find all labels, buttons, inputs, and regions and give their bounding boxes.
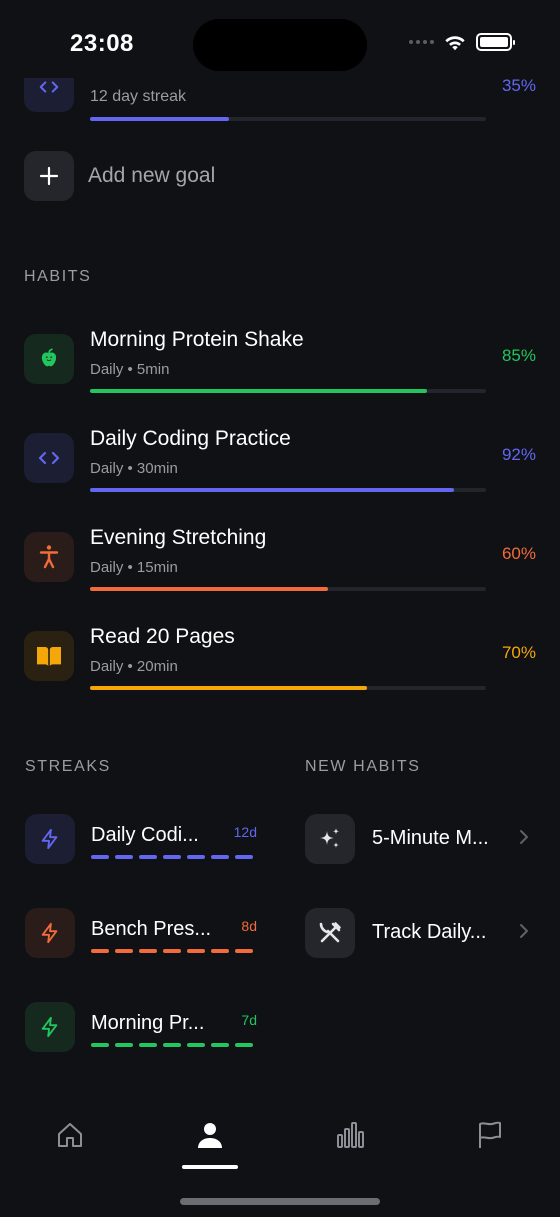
status-time: 23:08 [70,30,134,57]
habit-progress-fill [90,488,455,492]
habit-subtitle: Daily • 5min [90,361,170,378]
flag-icon [479,1121,501,1148]
tab-bar [0,1110,560,1180]
streak-name: Morning Pr... [91,1012,205,1034]
habit-progress-fill [90,389,427,393]
habit-percent: 92% [501,445,536,464]
habit-subtitle: Daily • 15min [90,559,178,576]
habit-progress-track [90,488,486,492]
habit-row-coding-practice[interactable]: Daily Coding Practice Daily • 30min 92% [24,427,536,497]
streak-name: Bench Pres... [91,918,212,940]
streak-item-morning[interactable]: Morning Pr... 7d [25,1002,257,1054]
tab-profile[interactable] [180,1110,240,1170]
lightning-icon [25,908,75,958]
habit-progress-track [90,587,486,591]
person-stretch-icon [24,532,74,582]
add-goal-label: Add new goal [88,164,216,187]
habit-subtitle: Daily • 30min [90,460,178,477]
habit-row-evening-stretching[interactable]: Evening Stretching Daily • 15min 60% [24,526,536,596]
habit-subtitle: Daily • 20min [90,658,178,675]
streak-days: 12d [233,824,257,840]
status-icons [409,33,515,51]
streak-name: Daily Codi... [91,824,199,846]
active-tab-indicator [182,1165,238,1169]
tab-stats[interactable] [320,1110,380,1170]
habit-title: Evening Stretching [90,526,267,549]
habit-percent: 70% [501,643,536,662]
home-indicator [180,1198,380,1205]
streak-days: 8d [241,918,257,934]
lightning-icon [25,1002,75,1052]
person-icon [198,1123,222,1148]
chevron-right-icon [519,923,529,944]
new-habits-section-title: NEW HABITS [305,758,421,775]
utensils-icon [305,908,355,958]
habit-percent: 60% [501,544,536,563]
chevron-right-icon [519,829,529,850]
habit-row-read-pages[interactable]: Read 20 Pages Daily • 20min 70% [24,625,536,695]
dynamic-island [193,19,367,71]
streak-dashes [91,855,253,859]
book-icon [24,631,74,681]
plus-icon [24,151,74,201]
wifi-icon [445,35,465,50]
habit-title: Daily Coding Practice [90,427,291,450]
habit-progress-fill [90,587,328,591]
habit-row-protein-shake[interactable]: Morning Protein Shake Daily • 5min 85% [24,328,536,398]
code-icon [24,433,74,483]
streak-dashes [91,949,253,953]
streak-item-coding[interactable]: Daily Codi... 12d [25,814,257,866]
habit-title: Morning Protein Shake [90,328,304,351]
bar-chart-icon [337,1122,364,1148]
streak-dashes [91,1043,253,1047]
cellular-signal-icon [409,40,434,44]
new-habit-item-meditation[interactable]: 5-Minute M... [305,814,535,864]
add-goal-button[interactable]: Add new goal [24,151,215,201]
home-icon [58,1123,82,1147]
goal-progress-track [90,117,486,121]
sparkles-icon [305,814,355,864]
new-habit-name: 5-Minute M... [372,827,489,849]
habit-progress-fill [90,686,368,690]
battery-icon [476,33,515,51]
streak-days: 7d [241,1012,257,1028]
habits-section-title: HABITS [24,268,92,285]
habit-title: Read 20 Pages [90,625,235,648]
goal-progress-fill [90,117,229,121]
streaks-section-title: STREAKS [25,758,111,775]
habit-progress-track [90,389,486,393]
habit-percent: 85% [501,346,536,365]
streak-item-bench[interactable]: Bench Pres... 8d [25,908,257,960]
apple-icon [24,334,74,384]
tab-home[interactable] [40,1110,100,1170]
habit-progress-track [90,686,486,690]
tab-goals[interactable] [460,1110,520,1170]
lightning-icon [25,814,75,864]
new-habit-item-track-daily[interactable]: Track Daily... [305,908,535,958]
new-habit-name: Track Daily... [372,921,487,943]
status-bar: 23:08 [0,0,560,92]
